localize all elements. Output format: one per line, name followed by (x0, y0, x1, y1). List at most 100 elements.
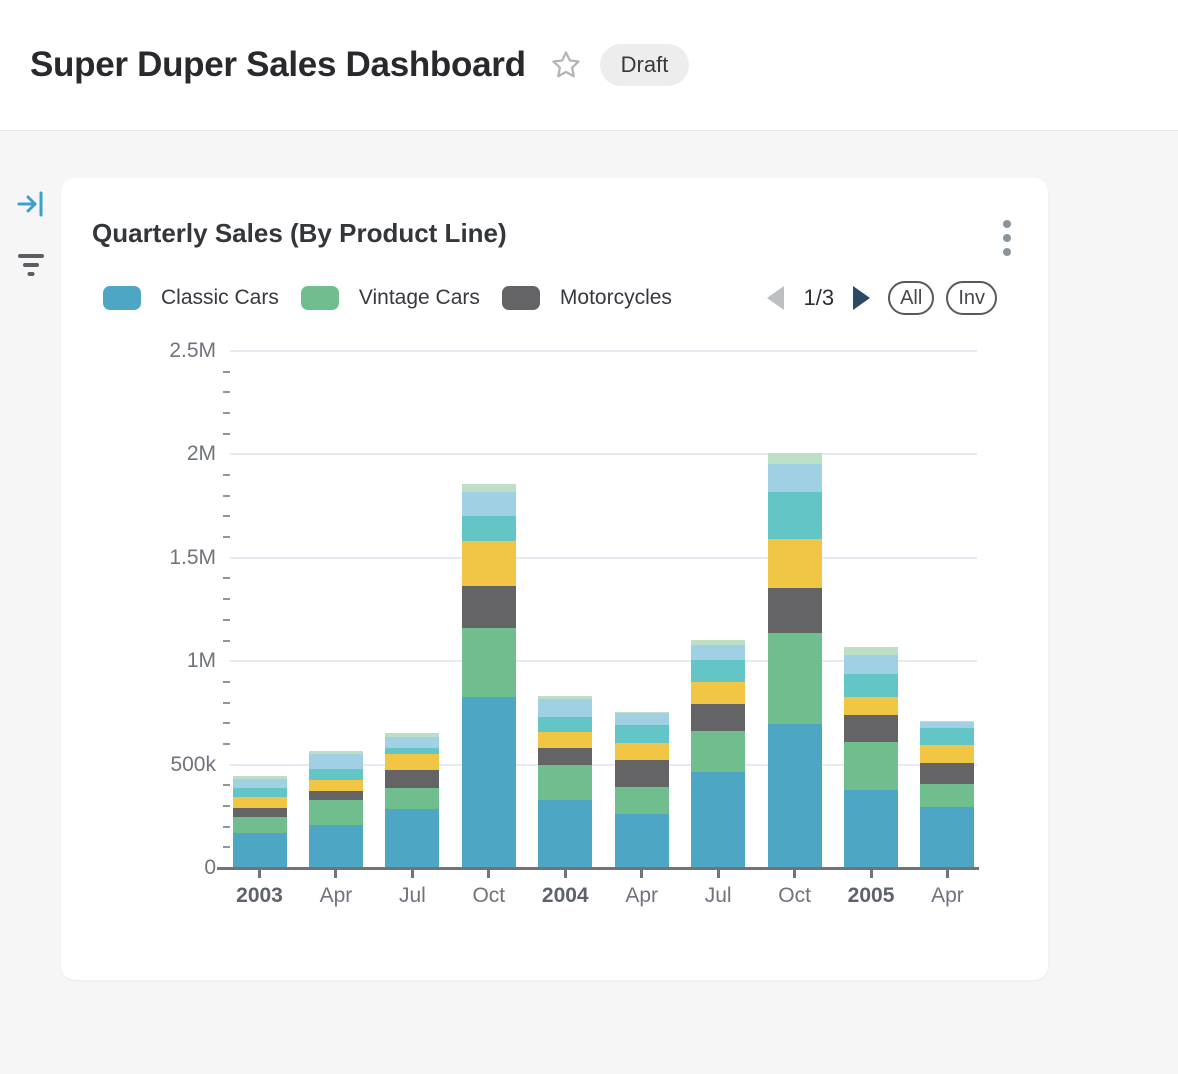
bar-segment[interactable] (538, 748, 592, 766)
bar-segment[interactable] (844, 674, 898, 697)
favorite-star-icon[interactable] (550, 49, 582, 81)
bar-segment[interactable] (844, 715, 898, 743)
bar-segment[interactable] (920, 722, 974, 728)
bar-segment[interactable] (538, 765, 592, 799)
y-axis-minor-tick (223, 536, 230, 538)
x-axis-tick (487, 870, 490, 878)
y-axis-minor-tick (223, 826, 230, 828)
bar-segment[interactable] (233, 788, 287, 797)
bar-segment[interactable] (920, 745, 974, 764)
y-axis-minor-tick (223, 619, 230, 621)
bar-segment[interactable] (233, 817, 287, 834)
bar-segment[interactable] (462, 628, 516, 697)
bar-segment[interactable] (920, 784, 974, 807)
x-axis-tick (334, 870, 337, 878)
y-axis-minor-tick (223, 805, 230, 807)
bar-segment[interactable] (691, 772, 745, 868)
bar-segment[interactable] (309, 800, 363, 825)
bar-segment[interactable] (615, 743, 669, 760)
bar-segment[interactable] (615, 814, 669, 868)
bar-segment[interactable] (844, 697, 898, 715)
bar-segment[interactable] (615, 760, 669, 786)
bar-segment[interactable] (385, 788, 439, 810)
y-axis-minor-tick (223, 433, 230, 435)
bar-segment[interactable] (768, 492, 822, 538)
bar-segment[interactable] (691, 682, 745, 705)
bar-segment[interactable] (768, 588, 822, 633)
x-axis-tick-label: Apr (602, 884, 682, 908)
y-axis-minor-tick (223, 598, 230, 600)
bar-segment[interactable] (462, 697, 516, 868)
y-axis-minor-tick (223, 681, 230, 683)
collapse-sidebar-icon[interactable] (16, 189, 46, 224)
bar-segment[interactable] (385, 809, 439, 868)
y-axis-minor-tick (223, 846, 230, 848)
bar-segment[interactable] (615, 725, 669, 744)
bar-segment[interactable] (920, 807, 974, 868)
bar-segment[interactable] (615, 712, 669, 713)
bar-segment[interactable] (920, 763, 974, 784)
filter-icon[interactable] (16, 252, 46, 285)
bar-segment[interactable] (385, 737, 439, 748)
bar-segment[interactable] (920, 721, 974, 723)
bar-segment[interactable] (920, 728, 974, 744)
x-axis-tick (564, 870, 567, 878)
y-axis-minor-tick (223, 722, 230, 724)
bar-segment[interactable] (538, 717, 592, 732)
bar-segment[interactable] (768, 539, 822, 589)
bar-segment[interactable] (462, 541, 516, 586)
bar-segment[interactable] (233, 833, 287, 868)
bar-segment[interactable] (768, 453, 822, 465)
bar-segment[interactable] (385, 748, 439, 754)
bar-segment[interactable] (768, 724, 822, 868)
bar-segment[interactable] (844, 655, 898, 675)
x-axis-tick (258, 870, 261, 878)
bar-segment[interactable] (233, 776, 287, 779)
bar-segment[interactable] (844, 790, 898, 868)
x-axis-tick-label: 2004 (525, 884, 605, 908)
bar-segment[interactable] (691, 660, 745, 682)
gridline (230, 557, 977, 559)
bar-segment[interactable] (309, 780, 363, 791)
bar-segment[interactable] (462, 492, 516, 516)
bar-segment[interactable] (538, 696, 592, 699)
bar-segment[interactable] (233, 797, 287, 808)
bar-segment[interactable] (691, 640, 745, 645)
page-title: Super Duper Sales Dashboard (30, 45, 526, 85)
bar-segment[interactable] (233, 808, 287, 817)
bar-segment[interactable] (844, 647, 898, 654)
bar-segment[interactable] (309, 751, 363, 754)
bar-segment[interactable] (691, 645, 745, 660)
bar-segment[interactable] (691, 731, 745, 772)
y-axis-minor-tick (223, 412, 230, 414)
bar-segment[interactable] (844, 742, 898, 789)
x-axis-tick (793, 870, 796, 878)
bar-segment[interactable] (538, 699, 592, 717)
bar-segment[interactable] (309, 754, 363, 769)
x-axis-tick (946, 870, 949, 878)
y-axis-tick-label: 0 (61, 857, 216, 879)
bar-segment[interactable] (768, 464, 822, 492)
y-axis-tick-label: 1M (61, 650, 216, 672)
bar-segment[interactable] (309, 791, 363, 800)
bar-segment[interactable] (538, 800, 592, 868)
bar-segment[interactable] (385, 754, 439, 771)
bar-segment[interactable] (233, 779, 287, 788)
bar-segment[interactable] (385, 770, 439, 787)
bar-segment[interactable] (538, 732, 592, 748)
bar-segment[interactable] (462, 586, 516, 628)
bar-segment[interactable] (615, 787, 669, 814)
y-axis-minor-tick (223, 577, 230, 579)
bar-segment[interactable] (615, 713, 669, 725)
bar-segment[interactable] (385, 733, 439, 737)
bar-segment[interactable] (768, 633, 822, 724)
bar-segment[interactable] (462, 484, 516, 492)
bar-segment[interactable] (309, 825, 363, 868)
bar-segment[interactable] (462, 516, 516, 541)
y-axis-tick-label: 2M (61, 443, 216, 465)
bar-segment[interactable] (309, 769, 363, 781)
y-axis-tick-label: 2.5M (61, 340, 216, 362)
bar-segment[interactable] (691, 704, 745, 731)
y-axis-minor-tick (223, 474, 230, 476)
y-axis-minor-tick (223, 784, 230, 786)
